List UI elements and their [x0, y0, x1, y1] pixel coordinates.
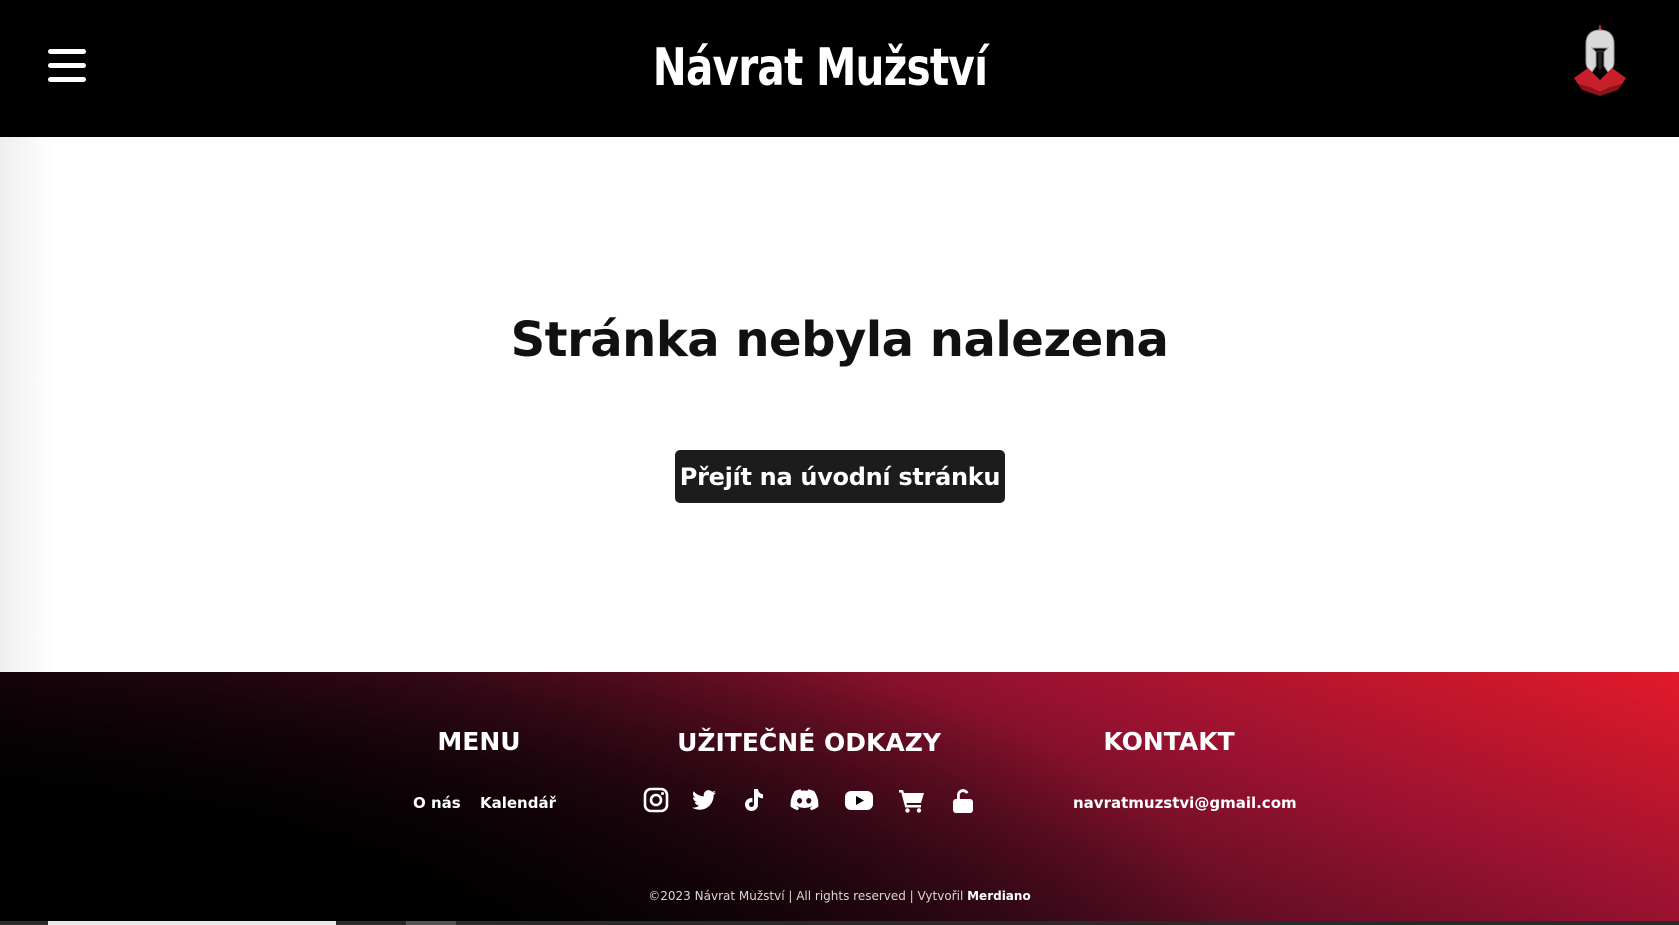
footer-menu-heading: MENU	[437, 727, 521, 756]
hamburger-menu-icon[interactable]	[48, 49, 86, 83]
unlock-icon[interactable]	[949, 786, 977, 814]
footer-link-kalendar[interactable]: Kalendář	[480, 794, 556, 812]
instagram-icon[interactable]	[642, 786, 670, 814]
spartan-helmet-logo[interactable]	[1568, 22, 1632, 98]
copyright-prefix: ©2023 Návrat Mužství | All rights reserv…	[648, 889, 968, 903]
tiktok-icon[interactable]	[739, 786, 767, 814]
scrollbar-thumb[interactable]	[48, 921, 336, 925]
footer-contact-heading: KONTAKT	[1103, 727, 1235, 756]
page-title: Stránka nebyla nalezena	[510, 312, 1169, 368]
contact-email-link[interactable]: navratmuzstvi@gmail.com	[1073, 794, 1297, 812]
main-content: Stránka nebyla nalezena Přejít na úvodní…	[0, 137, 1679, 672]
site-title[interactable]: Návrat Mužství	[180, 32, 1459, 104]
youtube-icon[interactable]	[844, 786, 874, 814]
site-header: Návrat Mužství	[0, 0, 1679, 137]
home-button[interactable]: Přejít na úvodní stránku	[675, 450, 1005, 503]
footer-useful-links-heading: UŽITEČNÉ ODKAZY	[677, 728, 941, 757]
twitter-icon[interactable]	[690, 786, 718, 814]
discord-icon[interactable]	[788, 786, 820, 814]
footer-link-o-nas[interactable]: O nás	[413, 794, 461, 812]
cart-icon[interactable]	[897, 786, 927, 814]
author-link[interactable]: Merdiano	[967, 889, 1031, 903]
copyright-text: ©2023 Návrat Mužství | All rights reserv…	[0, 888, 1679, 904]
scrollbar-marker	[406, 921, 456, 925]
